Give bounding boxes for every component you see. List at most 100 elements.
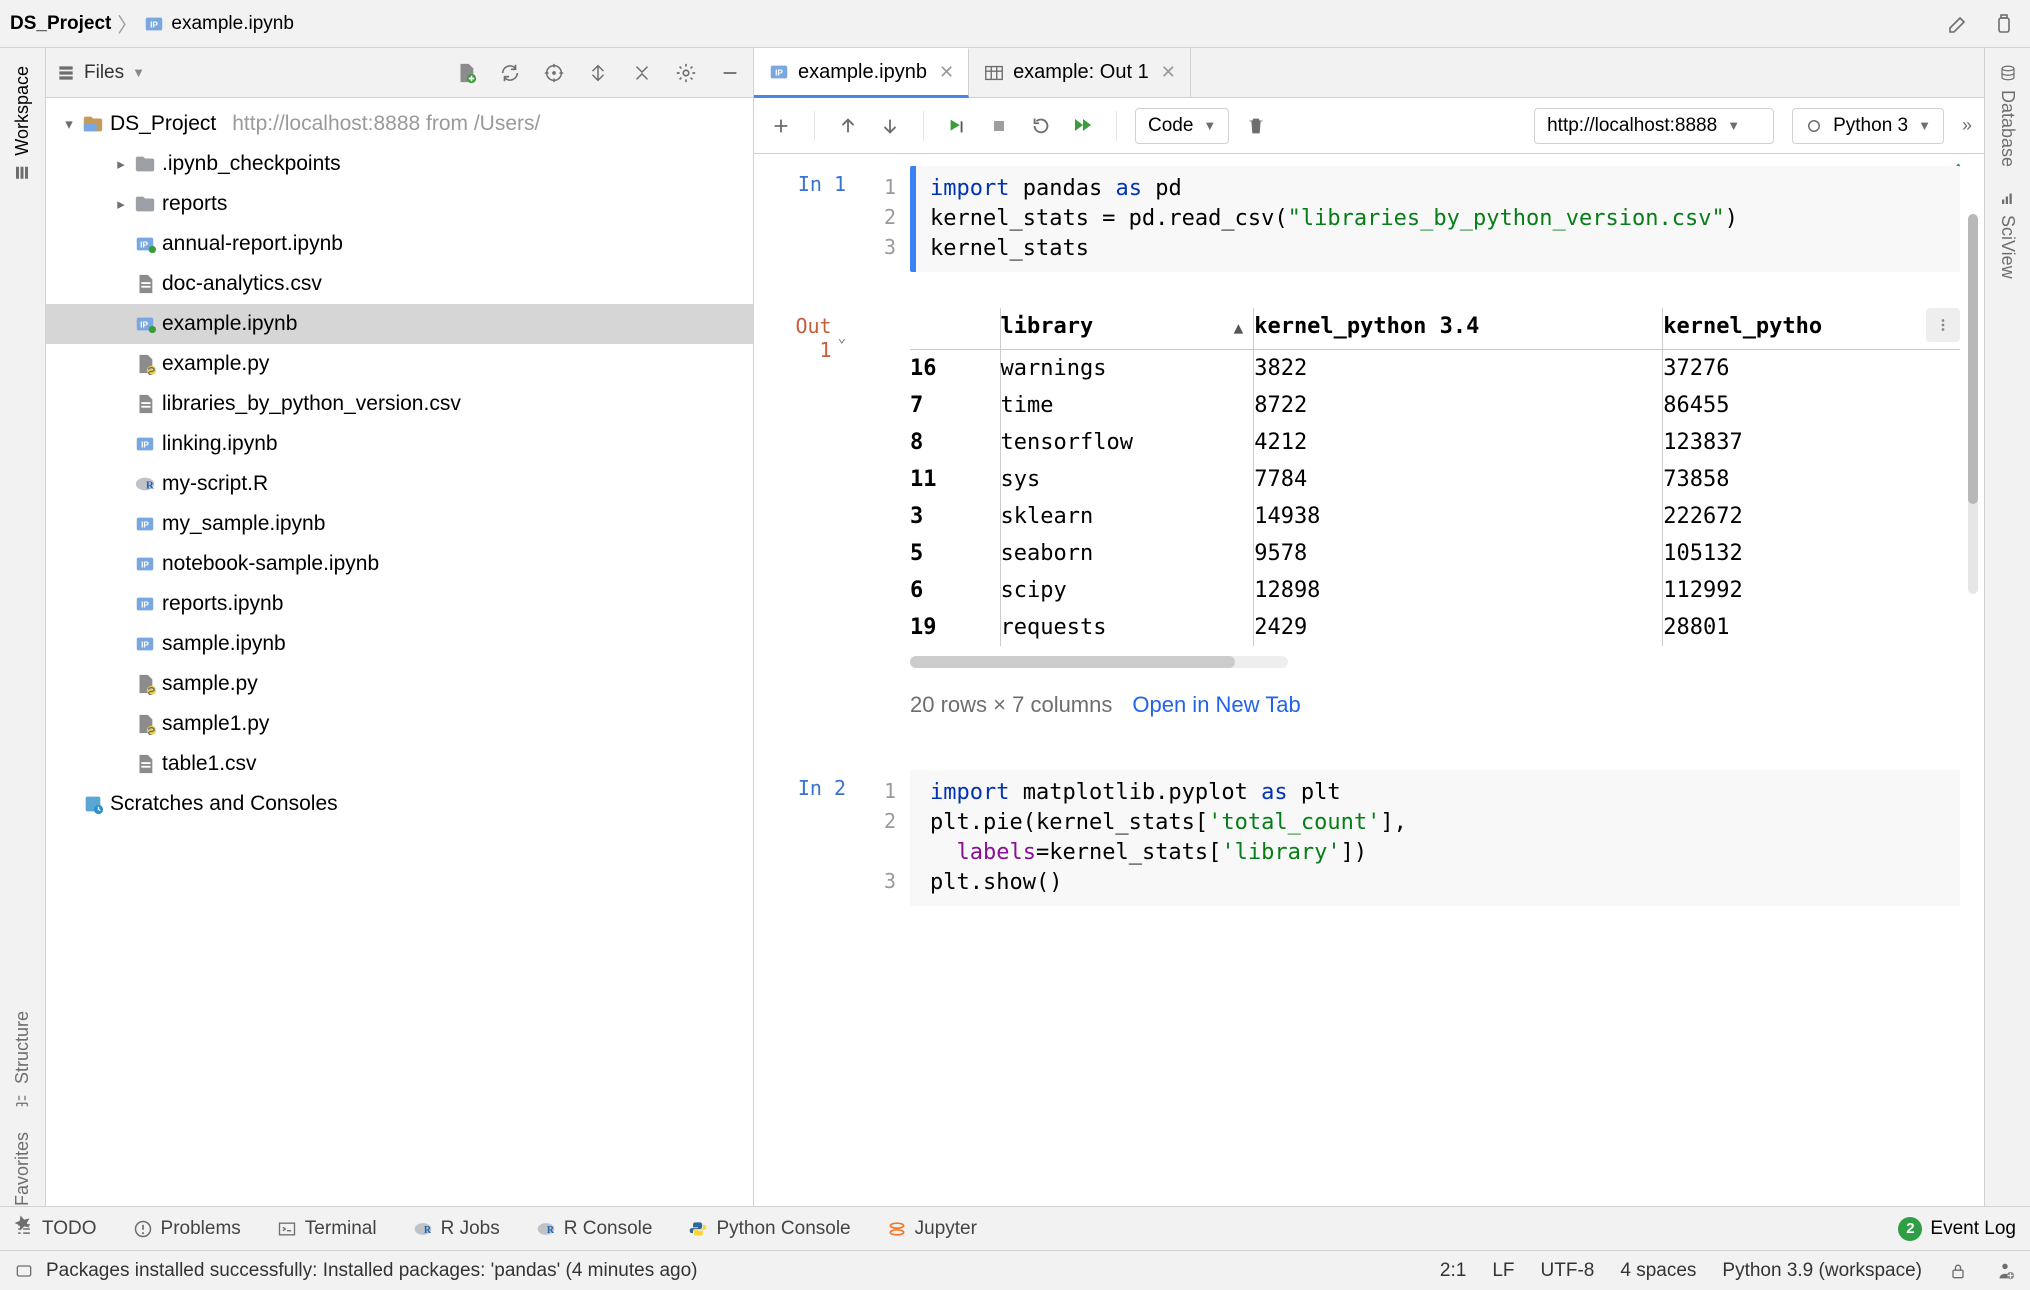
project-structure-icon[interactable] xyxy=(1992,12,2016,36)
close-icon[interactable]: ✕ xyxy=(1157,62,1176,83)
horizontal-scrollbar[interactable] xyxy=(910,656,1288,668)
line-separator[interactable]: LF xyxy=(1492,1260,1514,1282)
notebook-view[interactable]: In 1 123 import pandas as pd kernel_stat… xyxy=(754,154,1984,1206)
move-down-button[interactable] xyxy=(875,111,905,141)
table-row[interactable]: 7time872286455 xyxy=(910,387,1960,424)
rail-item-workspace[interactable]: Workspace xyxy=(12,56,33,192)
indent-setting[interactable]: 4 spaces xyxy=(1620,1260,1696,1282)
editor-tab-output[interactable]: example: Out 1 ✕ xyxy=(969,48,1191,97)
table-row[interactable]: 3sklearn14938222672 xyxy=(910,498,1960,535)
table-cell: 86455 xyxy=(1663,387,1960,424)
new-file-button[interactable] xyxy=(453,60,479,86)
interrupt-button[interactable] xyxy=(984,111,1014,141)
scratches-icon xyxy=(82,793,104,815)
chevron-right-icon[interactable]: ▸ xyxy=(114,155,128,173)
rail-item-sciview[interactable]: SciView xyxy=(1997,179,2018,289)
jupyter-tool[interactable]: Jupyter xyxy=(887,1218,977,1240)
tree-item[interactable]: reports.ipynb xyxy=(46,584,753,624)
tree-item[interactable]: linking.ipynb xyxy=(46,424,753,464)
tree-item[interactable]: example.ipynb xyxy=(46,304,753,344)
scroll-from-source-button[interactable] xyxy=(541,60,567,86)
rail-item-label: Favorites xyxy=(12,1132,33,1206)
table-header[interactable] xyxy=(910,308,1000,350)
table-row[interactable]: 8tensorflow4212123837 xyxy=(910,424,1960,461)
scratch-file-icon[interactable] xyxy=(1946,12,1970,36)
tree-item[interactable]: my-script.R xyxy=(46,464,753,504)
code-editor[interactable]: import pandas as pd kernel_stats = pd.re… xyxy=(910,166,1960,272)
tree-scratches[interactable]: Scratches and Consoles xyxy=(46,784,753,824)
lock-icon[interactable] xyxy=(1948,1261,1968,1281)
close-icon[interactable]: ✕ xyxy=(935,62,954,83)
table-header[interactable]: library▲ xyxy=(1000,308,1254,350)
breadcrumb-project[interactable]: DS_Project xyxy=(10,13,111,35)
table-row[interactable]: 6scipy12898112992 xyxy=(910,572,1960,609)
tree-item[interactable]: sample1.py xyxy=(46,704,753,744)
dataframe-table[interactable]: library▲kernel_python 3.4kernel_pytho 16… xyxy=(910,308,1960,646)
settings-button[interactable] xyxy=(673,60,699,86)
tree-item[interactable]: example.py xyxy=(46,344,753,384)
collapse-all-button[interactable] xyxy=(629,60,655,86)
tree-item[interactable]: annual-report.ipynb xyxy=(46,224,753,264)
move-up-button[interactable] xyxy=(833,111,863,141)
tree-item[interactable]: sample.ipynb xyxy=(46,624,753,664)
kernel-select[interactable]: Python 3 ▼ xyxy=(1792,108,1944,144)
sciview-icon xyxy=(1999,189,2017,207)
message-icon[interactable] xyxy=(14,1261,34,1281)
code-editor[interactable]: import matplotlib.pyplot as plt plt.pie(… xyxy=(910,770,1960,906)
tree-item[interactable]: notebook-sample.ipynb xyxy=(46,544,753,584)
r-jobs-tool[interactable]: R Jobs xyxy=(413,1218,500,1240)
chevron-down-icon[interactable]: ⌄ xyxy=(838,330,846,346)
cell-type-select[interactable]: Code ▼ xyxy=(1135,108,1229,144)
tree-item[interactable]: ▸reports xyxy=(46,184,753,224)
tree-item[interactable]: ▸.ipynb_checkpoints xyxy=(46,144,753,184)
terminal-tool[interactable]: Terminal xyxy=(277,1218,377,1240)
scrollbar[interactable] xyxy=(1968,214,1978,594)
table-row[interactable]: 16warnings382237276 xyxy=(910,350,1960,388)
tree-root[interactable]: ▾ DS_Project http://localhost:8888 from … xyxy=(46,104,753,144)
tree-item[interactable]: my_sample.ipynb xyxy=(46,504,753,544)
expand-toolbar-button[interactable]: » xyxy=(1962,115,1972,136)
run-all-button[interactable] xyxy=(1068,111,1098,141)
sync-button[interactable] xyxy=(497,60,523,86)
table-header[interactable]: kernel_python 3.4 xyxy=(1254,308,1663,350)
table-row[interactable]: 11sys778473858 xyxy=(910,461,1960,498)
table-row[interactable]: 5seaborn9578105132 xyxy=(910,535,1960,572)
table-row[interactable]: 19requests242928801 xyxy=(910,609,1960,646)
caret-position[interactable]: 2:1 xyxy=(1440,1260,1466,1282)
editor-tab-example[interactable]: example.ipynb ✕ xyxy=(754,48,969,98)
chevron-right-icon[interactable]: ▸ xyxy=(114,195,128,213)
project-tree[interactable]: ▾ DS_Project http://localhost:8888 from … xyxy=(46,98,753,1206)
chevron-down-icon: ▼ xyxy=(1918,118,1931,133)
rail-item-database[interactable]: Database xyxy=(1997,54,2018,177)
folder-icon xyxy=(134,153,156,175)
run-cell-button[interactable] xyxy=(942,111,972,141)
restart-kernel-button[interactable] xyxy=(1026,111,1056,141)
ide-profile-icon[interactable] xyxy=(1994,1260,2016,1282)
open-in-new-tab-link[interactable]: Open in New Tab xyxy=(1132,692,1300,718)
add-cell-button[interactable] xyxy=(766,111,796,141)
table-header[interactable]: kernel_pytho xyxy=(1663,308,1960,350)
table-cell: 105132 xyxy=(1663,535,1960,572)
tree-item[interactable]: table1.csv xyxy=(46,744,753,784)
hide-panel-button[interactable] xyxy=(717,60,743,86)
problems-tool[interactable]: Problems xyxy=(133,1218,241,1240)
chevron-down-icon[interactable]: ▼ xyxy=(132,65,145,80)
breadcrumb-file[interactable]: example.ipynb xyxy=(143,13,294,35)
delete-cell-button[interactable] xyxy=(1241,111,1271,141)
file-encoding[interactable]: UTF-8 xyxy=(1541,1260,1595,1282)
tree-item[interactable]: libraries_by_python_version.csv xyxy=(46,384,753,424)
tree-view-label[interactable]: Files xyxy=(84,62,124,84)
server-select[interactable]: http://localhost:8888 ▼ xyxy=(1534,108,1774,144)
chevron-down-icon[interactable]: ▾ xyxy=(62,115,76,133)
expand-all-button[interactable] xyxy=(585,60,611,86)
r-console-tool[interactable]: R Console xyxy=(536,1218,653,1240)
rail-item-favorites[interactable]: Favorites xyxy=(12,1122,33,1242)
tree-item-label: libraries_by_python_version.csv xyxy=(162,392,461,416)
python-console-tool[interactable]: Python Console xyxy=(688,1218,850,1240)
event-log-button[interactable]: 2 Event Log xyxy=(1898,1217,2016,1241)
python-interpreter[interactable]: Python 3.9 (workspace) xyxy=(1722,1260,1922,1282)
tree-item[interactable]: sample.py xyxy=(46,664,753,704)
circle-icon xyxy=(1805,117,1823,135)
tree-item[interactable]: doc-analytics.csv xyxy=(46,264,753,304)
rail-item-structure[interactable]: Structure xyxy=(12,1001,33,1120)
